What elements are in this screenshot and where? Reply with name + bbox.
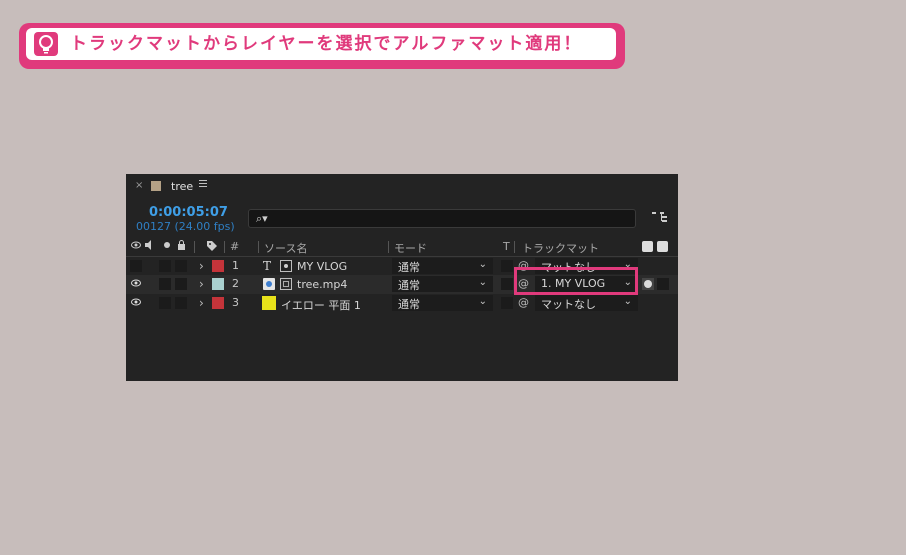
layer-name[interactable]: tree.mp4 (297, 278, 347, 291)
label-color-swatch[interactable] (212, 260, 224, 272)
chevron-right-icon[interactable]: › (199, 259, 204, 273)
column-number: # (230, 240, 240, 253)
layer-number: 2 (232, 277, 239, 290)
track-matte-value: マットなし (541, 298, 596, 311)
layer-name[interactable]: イエロー 平面 1 (281, 297, 361, 313)
track-matte-dropdown[interactable]: マットなし ⌄ (535, 295, 638, 311)
composition-icon (280, 260, 292, 272)
video-switch-eye-icon[interactable] (131, 240, 141, 253)
search-icon: ⌕▾ (256, 212, 268, 225)
chevron-down-icon: ⌄ (478, 296, 487, 307)
blend-mode-dropdown[interactable]: 通常 ⌄ (392, 276, 493, 292)
chevron-down-icon: ⌄ (623, 296, 632, 307)
footage-file-icon (263, 278, 275, 290)
search-input[interactable]: ⌕▾ (248, 209, 636, 228)
layer-name[interactable]: MY VLOG (297, 260, 347, 273)
column-source-name[interactable]: ソース名 (264, 240, 307, 256)
tab-bar: × tree (126, 174, 678, 199)
lock-toggle[interactable] (175, 297, 187, 309)
tip-banner-inner: トラックマットからレイヤーを選択でアルファマット適用！ (26, 28, 616, 60)
comp-color-swatch (151, 181, 161, 191)
layer-number: 3 (232, 296, 239, 309)
matte-invert-icon[interactable] (657, 241, 668, 252)
blend-mode-dropdown[interactable]: 通常 ⌄ (392, 258, 493, 274)
column-t: T (503, 240, 510, 253)
eye-icon[interactable] (131, 278, 141, 291)
tip-banner: トラックマットからレイヤーを選択でアルファマット適用！ (19, 23, 625, 69)
label-tag-icon[interactable] (206, 240, 218, 255)
chevron-right-icon[interactable]: › (199, 277, 204, 291)
column-divider (388, 241, 389, 253)
audio-speaker-icon[interactable] (145, 240, 155, 253)
tab-comp-name[interactable]: tree (171, 180, 193, 193)
track-matte-source-icon (280, 278, 292, 290)
panel-menu-icon[interactable] (199, 180, 207, 188)
column-divider (194, 241, 195, 253)
column-mode: モード (394, 242, 427, 255)
text-layer-icon: T (263, 259, 272, 273)
preserve-transparency-toggle[interactable] (501, 278, 513, 290)
matte-alpha-icon[interactable] (642, 241, 653, 252)
blend-mode-value: 通常 (398, 279, 420, 292)
column-divider (258, 241, 259, 253)
visibility-toggle[interactable] (130, 260, 142, 272)
eye-icon[interactable] (131, 297, 141, 310)
column-track-matte: トラックマット (522, 242, 599, 255)
lock-toggle[interactable] (175, 260, 187, 272)
column-divider (514, 241, 515, 253)
lock-toggle[interactable] (175, 278, 187, 290)
chevron-down-icon: ⌄ (478, 277, 487, 288)
chevron-right-icon[interactable]: › (199, 296, 204, 310)
layer-number: 1 (232, 259, 239, 272)
layer-row[interactable]: › 3 イエロー 平面 1 通常 ⌄ @ マットなし ⌄ (126, 294, 678, 313)
solo-toggle[interactable] (159, 297, 171, 309)
preserve-transparency-toggle[interactable] (501, 260, 513, 272)
tip-text: トラックマットからレイヤーを選択でアルファマット適用！ (70, 34, 583, 54)
solid-color-swatch (262, 296, 276, 310)
blend-mode-dropdown[interactable]: 通常 ⌄ (392, 295, 493, 311)
frame-count: 00127 (24.00 fps) (136, 220, 235, 233)
lightbulb-icon (34, 32, 58, 56)
alpha-matte-toggle[interactable] (642, 278, 654, 290)
solo-dot-icon[interactable] (163, 240, 171, 253)
column-divider (224, 241, 225, 253)
preserve-transparency-toggle[interactable] (501, 297, 513, 309)
close-icon[interactable]: × (135, 180, 143, 191)
current-timecode[interactable]: 0:00:05:07 (149, 205, 228, 220)
solo-toggle[interactable] (159, 260, 171, 272)
invert-matte-toggle[interactable] (657, 278, 669, 290)
matte-pickwhip-icon[interactable]: @ (518, 296, 529, 309)
lock-icon[interactable] (177, 240, 186, 253)
solo-toggle[interactable] (159, 278, 171, 290)
label-color-swatch[interactable] (212, 278, 224, 290)
track-matte-highlight (514, 267, 638, 295)
blend-mode-value: 通常 (398, 298, 420, 311)
layer-column-header: # ソース名 モード T トラックマット (126, 238, 678, 257)
chevron-down-icon: ⌄ (478, 259, 487, 270)
blend-mode-value: 通常 (398, 261, 420, 274)
composition-flowchart-icon[interactable] (652, 211, 668, 223)
label-color-swatch[interactable] (212, 297, 224, 309)
